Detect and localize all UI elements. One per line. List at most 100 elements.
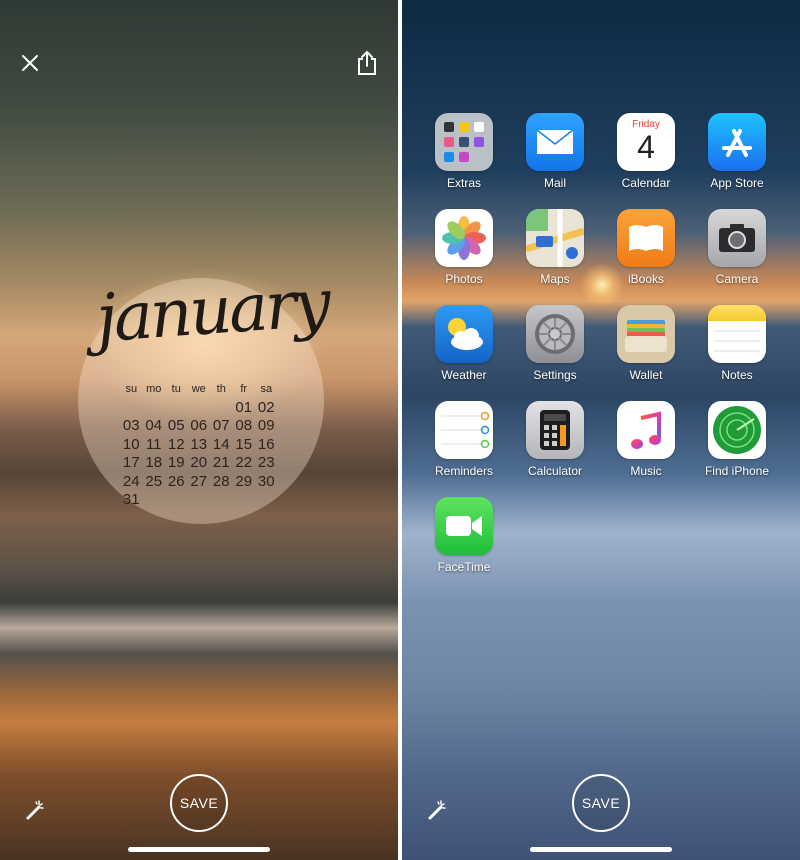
app-label: Music: [630, 464, 662, 478]
find-iphone-icon: [708, 401, 766, 459]
settings-icon: [526, 305, 584, 363]
calendar-icon: Friday 4: [617, 113, 675, 171]
calendar-day: 18: [145, 454, 163, 471]
app-label: Mail: [543, 176, 566, 190]
app-music[interactable]: Music: [601, 401, 691, 478]
app-label: Reminders: [434, 464, 494, 478]
weekday-label: sa: [260, 383, 273, 395]
app-label: Weather: [441, 368, 487, 382]
calendar-day: 17: [122, 454, 140, 471]
app-calendar[interactable]: Friday 4 Calendar: [601, 113, 691, 190]
calendar-day: [143, 491, 166, 510]
app-weather[interactable]: Weather: [419, 305, 509, 382]
save-button[interactable]: SAVE: [572, 774, 630, 832]
share-button[interactable]: [352, 48, 382, 78]
calendar-day: [165, 399, 188, 418]
calendar-day: 13: [190, 435, 208, 453]
calendar-day: 15: [235, 435, 253, 453]
app-label: iBooks: [627, 272, 665, 286]
app-label: FaceTime: [437, 560, 491, 574]
calendar-week-row: 03 04 05 06 07 08 09: [120, 417, 280, 436]
wallet-icon: [617, 305, 675, 363]
home-screen-preview: Extras Mail Friday 4 Calendar App Store: [402, 0, 800, 860]
weekday-label: tu: [171, 383, 181, 395]
calendar-day: 02: [257, 398, 275, 416]
calendar-day: 31: [122, 491, 140, 508]
calendar-day: [188, 491, 211, 510]
app-store-icon: [708, 113, 766, 171]
weekday-label: th: [216, 383, 226, 395]
app-photos[interactable]: Photos: [419, 209, 509, 286]
calendar-day: [210, 491, 233, 510]
weekday-label: su: [125, 383, 138, 395]
calendar-day: 10: [122, 435, 140, 453]
calendar-week-row: 01 02: [120, 399, 280, 418]
app-notes[interactable]: Notes: [692, 305, 782, 382]
calendar-day: 05: [167, 417, 185, 434]
app-maps[interactable]: Maps: [510, 209, 600, 286]
calendar-day: [120, 399, 143, 418]
close-button[interactable]: [15, 48, 45, 78]
app-camera[interactable]: Camera: [692, 209, 782, 286]
calendar-grid: su mo tu we th fr sa 01 02 03 04 05 06 0…: [120, 380, 280, 510]
calendar-day: 11: [145, 435, 162, 453]
app-reminders[interactable]: Reminders: [419, 401, 509, 478]
magic-wand-button[interactable]: [20, 795, 50, 825]
app-label: Calculator: [527, 464, 583, 478]
app-wallet[interactable]: Wallet: [601, 305, 691, 382]
calendar-day: [233, 491, 256, 510]
calendar-day: [143, 399, 166, 418]
calendar-icon-day: 4: [637, 129, 655, 165]
music-icon: [617, 401, 675, 459]
calendar-day: [188, 399, 211, 418]
notes-icon: [708, 305, 766, 363]
app-settings[interactable]: Settings: [510, 305, 600, 382]
share-icon: [358, 51, 376, 75]
calendar-week-row: 24 25 26 27 28 29 30: [120, 473, 280, 492]
facetime-icon: [435, 497, 493, 555]
mail-icon: [526, 113, 584, 171]
app-label: Extras: [446, 176, 481, 190]
calendar-week-row: 17 18 19 20 21 22 23: [120, 454, 280, 473]
app-label: Photos: [445, 272, 483, 286]
magic-wand-icon: [26, 800, 44, 820]
weather-icon: [435, 305, 493, 363]
calendar-day: 08: [235, 417, 253, 434]
photos-icon: [435, 209, 493, 267]
reminders-icon: [435, 401, 493, 459]
calendar-day: 25: [145, 472, 163, 490]
weekday-label: mo: [146, 383, 162, 395]
calendar-day: 21: [212, 454, 230, 471]
calendar-day: 30: [257, 472, 275, 490]
calendar-day: 28: [212, 472, 230, 490]
calendar-day: 09: [257, 417, 275, 434]
calendar-week-row: 10 11 12 13 14 15 16: [120, 436, 280, 455]
app-label: Settings: [533, 368, 577, 382]
magic-wand-button[interactable]: [422, 795, 452, 825]
calendar-day: 04: [145, 417, 163, 434]
maps-icon: [526, 209, 584, 267]
extras-folder-icon: [435, 113, 493, 171]
app-calculator[interactable]: Calculator: [510, 401, 600, 478]
calendar-day: 26: [167, 472, 185, 490]
app-label: Find iPhone: [704, 464, 770, 478]
weekday-label: we: [191, 383, 206, 395]
app-app-store[interactable]: App Store: [692, 113, 782, 190]
home-indicator: [530, 847, 672, 852]
calendar-day: [255, 491, 278, 510]
app-extras[interactable]: Extras: [419, 113, 509, 190]
calculator-icon: [526, 401, 584, 459]
save-button[interactable]: SAVE: [170, 774, 228, 832]
app-find-iphone[interactable]: Find iPhone: [692, 401, 782, 478]
close-icon: [22, 55, 38, 71]
calendar-day: 12: [167, 435, 185, 453]
calendar-day: 06: [190, 417, 208, 434]
calendar-week-row: 31: [120, 491, 280, 510]
app-label: Camera: [715, 272, 759, 286]
app-mail[interactable]: Mail: [510, 113, 600, 190]
calendar-day: 22: [235, 454, 253, 471]
app-facetime[interactable]: FaceTime: [419, 497, 509, 574]
app-ibooks[interactable]: iBooks: [601, 209, 691, 286]
calendar-day: [210, 399, 233, 418]
app-label: Calendar: [621, 176, 671, 190]
